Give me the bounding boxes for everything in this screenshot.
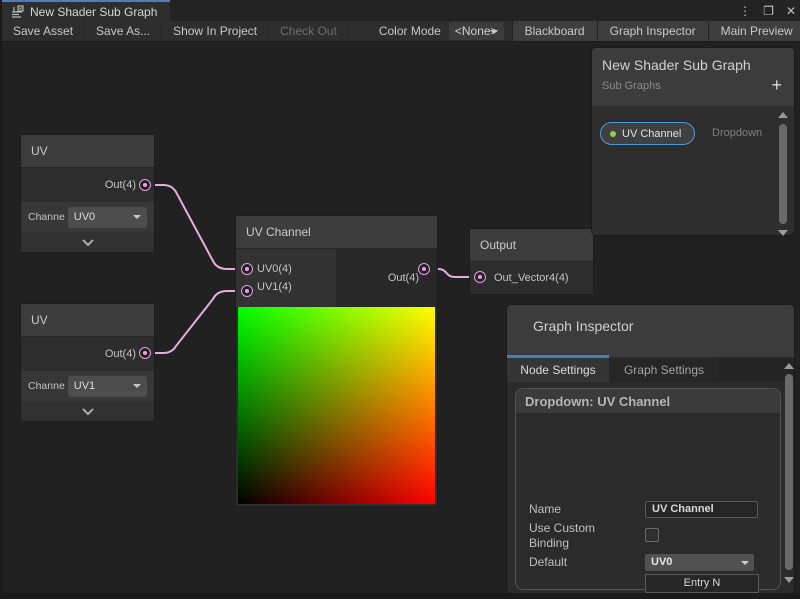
main-preview-toggle-button[interactable]: Main Preview [708, 21, 800, 41]
edge-uvbottom-to-uv1[interactable] [151, 291, 240, 353]
name-label: Name [529, 502, 561, 516]
port-uvchannel-uv1[interactable] [241, 285, 253, 297]
edge-uvtop-to-uv0[interactable] [151, 185, 240, 269]
graph-toolbar: Save Asset Save As... Show In Project Ch… [2, 21, 800, 42]
output-port-column: Out(4) [336, 249, 437, 307]
port-uvchannel-out[interactable] [418, 263, 430, 275]
color-mode-dropdown[interactable]: <None> [449, 22, 504, 40]
shader-graph-window: New Shader Sub Graph ⋮ ❒ ✕ Save Asset Sa… [0, 0, 800, 599]
input-port-column: UV0(4) UV1(4) [236, 249, 336, 307]
scroll-down-icon[interactable] [784, 577, 794, 583]
channel-value: UV1 [74, 380, 95, 392]
entry-row-uv0[interactable]: = UV0 [645, 594, 759, 599]
scroll-up-icon[interactable] [778, 112, 788, 118]
channel-label: Channe [28, 380, 65, 392]
sub-graph-icon [10, 5, 24, 19]
chevron-down-icon [741, 561, 749, 565]
tab-new-shader-sub-graph[interactable]: New Shader Sub Graph [2, 0, 170, 21]
port-uvchannel-uv0[interactable] [241, 263, 253, 275]
node-uv-bottom[interactable]: UV Out(4) Channe UV1 [20, 303, 155, 422]
collapse-preview-button[interactable] [21, 401, 154, 421]
default-dropdown[interactable]: UV0 [645, 554, 754, 571]
maximize-icon[interactable]: ❒ [763, 5, 774, 17]
add-property-button[interactable]: + [771, 76, 782, 94]
use-custom-binding-checkbox[interactable] [645, 528, 659, 542]
blackboard-toggle-button[interactable]: Blackboard [512, 21, 597, 41]
node-preview-image [238, 307, 435, 504]
show-in-project-button[interactable]: Show In Project [162, 21, 269, 41]
blackboard-header[interactable]: New Shader Sub Graph Sub Graphs + [592, 48, 794, 106]
save-asset-button[interactable]: Save Asset [2, 21, 85, 41]
uv-channel-dropdown[interactable]: UV0 [68, 207, 147, 228]
blackboard-panel: New Shader Sub Graph Sub Graphs + UV Cha… [592, 48, 794, 235]
port-uvtop-out[interactable] [139, 179, 151, 191]
tab-node-settings[interactable]: Node Settings [507, 358, 609, 382]
chevron-down-icon [82, 408, 94, 415]
default-value: UV0 [651, 556, 672, 568]
channel-label: Channe [28, 211, 65, 223]
node-uv-top[interactable]: UV Out(4) Channe UV0 [20, 134, 155, 253]
input-port-label: UV0(4) [257, 263, 336, 275]
tab-bar: New Shader Sub Graph ⋮ ❒ ✕ [2, 0, 800, 21]
blackboard-subtitle: Sub Graphs [602, 80, 784, 92]
scroll-down-icon[interactable] [778, 230, 788, 236]
channel-control-row: Channe UV0 [21, 202, 154, 232]
uv-channel-dropdown[interactable]: UV1 [68, 376, 147, 397]
port-output-in[interactable] [474, 271, 486, 283]
output-port-row: Out(4) [21, 168, 154, 202]
inspector-tabs: Node Settings Graph Settings [507, 358, 794, 382]
channel-control-row: Channe UV1 [21, 371, 154, 401]
node-output[interactable]: Output Out_Vector4(4) [469, 228, 594, 295]
property-pill-uv-channel[interactable]: UV Channel [600, 122, 695, 145]
chevron-down-icon [490, 30, 498, 34]
chevron-down-icon [133, 384, 141, 388]
graph-inspector-panel: Graph Inspector Node Settings Graph Sett… [507, 305, 794, 593]
save-as-button[interactable]: Save As... [85, 21, 162, 41]
node-uv-channel[interactable]: UV Channel UV0(4) UV1(4) Out(4) [235, 215, 438, 507]
port-uvbottom-out[interactable] [139, 347, 151, 359]
tab-title: New Shader Sub Graph [30, 5, 157, 19]
more-icon[interactable]: ⋮ [739, 5, 751, 17]
inspector-header[interactable]: Graph Inspector [507, 305, 794, 357]
section-title: Dropdown: UV Channel [516, 389, 780, 413]
collapse-preview-button[interactable] [21, 232, 154, 252]
scrollbar-thumb[interactable] [785, 374, 793, 570]
output-port-row: Out(4) [21, 337, 154, 371]
channel-value: UV0 [74, 211, 95, 223]
scroll-up-icon[interactable] [784, 363, 794, 369]
name-input[interactable]: UV Channel [645, 501, 758, 518]
color-mode-label: Color Mode [349, 21, 449, 41]
node-title: UV Channel [236, 216, 437, 249]
check-out-button: Check Out [269, 21, 349, 41]
blackboard-body: UV Channel Dropdown [592, 106, 794, 235]
node-title: UV [21, 135, 154, 168]
blackboard-title: New Shader Sub Graph [602, 57, 784, 73]
inspector-content: Dropdown: UV Channel Name UV Channel Use… [507, 382, 794, 593]
exposed-dot-icon [610, 131, 616, 137]
node-title: Output [470, 229, 593, 262]
node-title: UV [21, 304, 154, 337]
default-label: Default [529, 555, 567, 569]
graph-inspector-toggle-button[interactable]: Graph Inspector [597, 21, 708, 41]
input-port-label: UV1(4) [257, 281, 336, 293]
port-rows: UV0(4) UV1(4) Out(4) [236, 249, 437, 307]
property-type-label: Dropdown [712, 127, 762, 139]
input-port-row: Out_Vector4(4) [470, 262, 593, 294]
entries-header: Entry N [645, 574, 759, 593]
property-name: UV Channel [622, 128, 681, 140]
scrollbar-thumb[interactable] [779, 124, 787, 224]
tab-graph-settings[interactable]: Graph Settings [609, 358, 719, 382]
chevron-down-icon [82, 239, 94, 246]
use-custom-binding-label: Use Custom Binding [529, 521, 633, 551]
window-controls: ⋮ ❒ ✕ [739, 0, 796, 21]
close-icon[interactable]: ✕ [786, 5, 796, 17]
chevron-down-icon [133, 215, 141, 219]
inspector-title: Graph Inspector [533, 318, 794, 334]
